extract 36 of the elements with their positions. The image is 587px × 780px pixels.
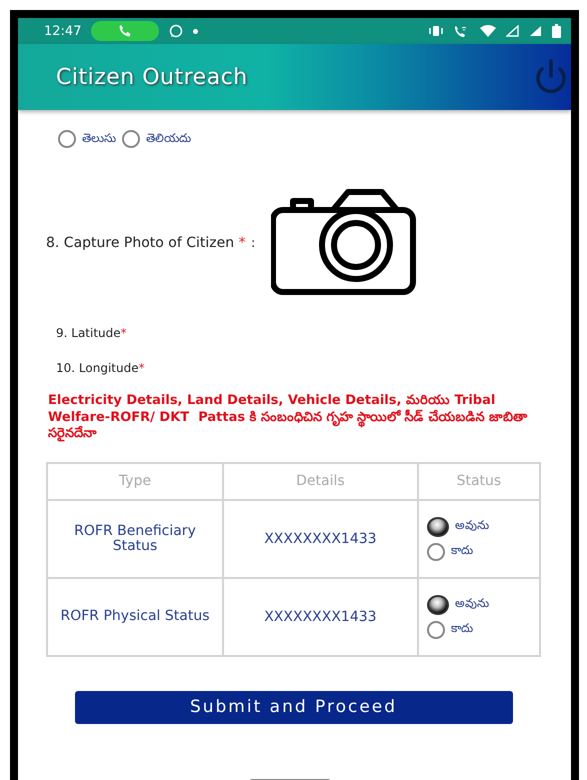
radio-button[interactable] — [426, 542, 445, 560]
radio-button[interactable] — [426, 516, 449, 536]
dot-icon — [193, 28, 198, 34]
option-label: తెలుసు — [82, 130, 116, 146]
wifi-icon — [480, 25, 496, 37]
vibrate-icon — [428, 25, 444, 37]
field-label: 9. Latitude* — [55, 326, 128, 340]
radio-button[interactable] — [122, 130, 140, 148]
radio-button[interactable] — [426, 594, 449, 614]
column-header: Type — [47, 462, 223, 500]
signal-icon — [529, 25, 542, 37]
clock: 12:47 — [44, 24, 82, 38]
submit-button[interactable]: Submit and Proceed — [74, 690, 512, 724]
table-cell: ROFR Physical Status — [47, 578, 223, 656]
table-cell: XXXXXXXX1433 — [223, 578, 418, 656]
option-label: అవును — [454, 518, 489, 534]
phone-icon — [118, 24, 132, 38]
column-header: Details — [223, 462, 418, 500]
signal-icon — [506, 25, 519, 37]
chat-icon — [169, 24, 184, 38]
field-label: 10. Longitude* — [55, 361, 146, 375]
radio-button[interactable] — [426, 620, 445, 638]
notice-text: Electricity Details, Land Details, Vehicle Details, మరియు Tribal Welfare-ROFR/ DKT Pattas కి సంబంధిచిన గృహ స్థాయిలో సీడ్ చేయబడిన జాబితా సరైనదేనా — [47, 393, 528, 442]
colon: : — [251, 236, 256, 250]
battery-icon — [552, 24, 561, 38]
call-indicator[interactable] — [91, 21, 160, 41]
question-label: 8. Capture Photo of Citizen * — [46, 236, 247, 250]
option-label: అవును — [454, 596, 489, 612]
app-title: Citizen Outreach — [56, 64, 249, 90]
table-cell: XXXXXXXX1433 — [223, 500, 418, 578]
option-label: కాదు — [450, 543, 473, 559]
table-cell: ROFR Beneficiary Status — [47, 500, 223, 578]
column-header: Status — [418, 462, 540, 500]
option-label: కాదు — [450, 621, 473, 637]
radio-button[interactable] — [58, 130, 76, 148]
option-label: తెలియదు — [146, 130, 191, 146]
